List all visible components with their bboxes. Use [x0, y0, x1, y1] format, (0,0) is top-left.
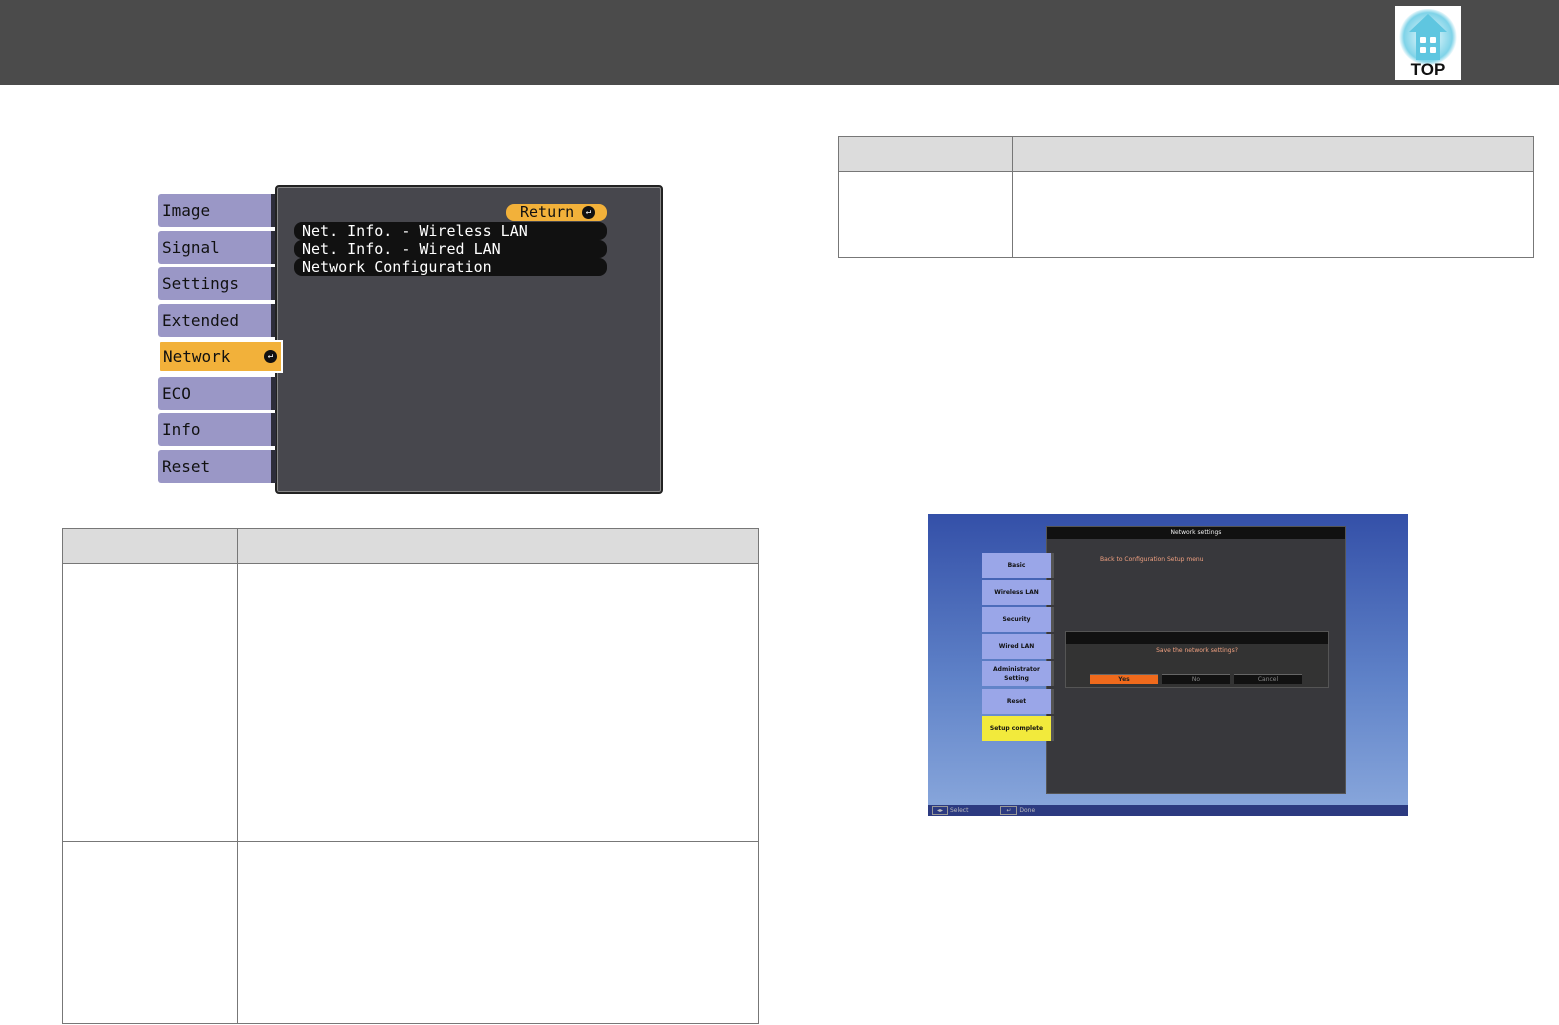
projector-menu: Image Signal Settings Extended Return ↵ N… [158, 185, 663, 494]
footer-bar: ◂▸ Select ↵ Done [928, 805, 1408, 816]
header-cell [237, 528, 759, 564]
tab-network-label: Network [163, 347, 231, 366]
tab-network[interactable]: Network ↵ [158, 340, 283, 373]
top-label: TOP [1410, 60, 1446, 79]
done-hint: Done [1019, 807, 1036, 814]
nav-security[interactable]: Security [982, 607, 1054, 632]
network-settings-screenshot: Network settings Back to Configuration S… [928, 514, 1408, 816]
nav-wired-lan[interactable]: Wired LAN [982, 634, 1054, 659]
table-row [62, 563, 759, 842]
tab-reset[interactable]: Reset [158, 450, 276, 483]
panel-title: Network settings [1047, 527, 1345, 539]
nav-basic[interactable]: Basic [982, 553, 1054, 578]
table-row [838, 171, 1534, 258]
house-wall-icon [1416, 32, 1440, 60]
tab-eco[interactable]: ECO [158, 377, 276, 410]
header-cell [1012, 136, 1534, 172]
back-link[interactable]: Back to Configuration Setup menu [1100, 556, 1204, 563]
nav-setup-complete[interactable]: Setup complete [982, 716, 1054, 741]
yes-button[interactable]: Yes [1090, 674, 1158, 684]
menu-panel: Return ↵ Net. Info. - Wireless LAN Net. I… [275, 185, 663, 494]
arrows-icon: ◂▸ [932, 806, 949, 815]
tab-signal[interactable]: Signal [158, 231, 276, 264]
nav-wireless-lan[interactable]: Wireless LAN [982, 580, 1054, 605]
left-table [62, 528, 759, 1024]
enter-icon: ↵ [582, 206, 595, 219]
menu-item-network-config[interactable]: Network Configuration [294, 258, 607, 276]
top-button[interactable]: TOP [1395, 6, 1461, 80]
no-button[interactable]: No [1162, 674, 1230, 684]
tab-info[interactable]: Info [158, 413, 276, 446]
enter-icon: ↵ [264, 350, 277, 363]
tab-settings[interactable]: Settings [158, 267, 276, 300]
roof-icon [1409, 14, 1447, 32]
select-hint: Select [949, 807, 969, 814]
table-row [62, 841, 759, 1024]
menu-item-wired-info[interactable]: Net. Info. - Wired LAN [294, 240, 607, 258]
dialog-question: Save the network settings? [1156, 647, 1238, 654]
nav-administrator-setting[interactable]: Administrator Setting [982, 661, 1054, 686]
menu-item-wireless-info[interactable]: Net. Info. - Wireless LAN [294, 222, 607, 240]
cancel-button[interactable]: Cancel [1234, 674, 1302, 684]
save-dialog: Save the network settings? Yes No Cancel [1065, 631, 1329, 688]
tab-image[interactable]: Image [158, 194, 276, 227]
return-label: Return [520, 203, 575, 221]
return-button[interactable]: Return ↵ [506, 204, 607, 221]
header-bar: TOP [0, 0, 1559, 85]
header-cell [62, 528, 238, 564]
nav-reset[interactable]: Reset [982, 689, 1054, 714]
enter-icon: ↵ [1000, 806, 1018, 815]
right-table [838, 136, 1534, 258]
tab-extended[interactable]: Extended [158, 304, 276, 337]
header-cell [838, 136, 1013, 172]
